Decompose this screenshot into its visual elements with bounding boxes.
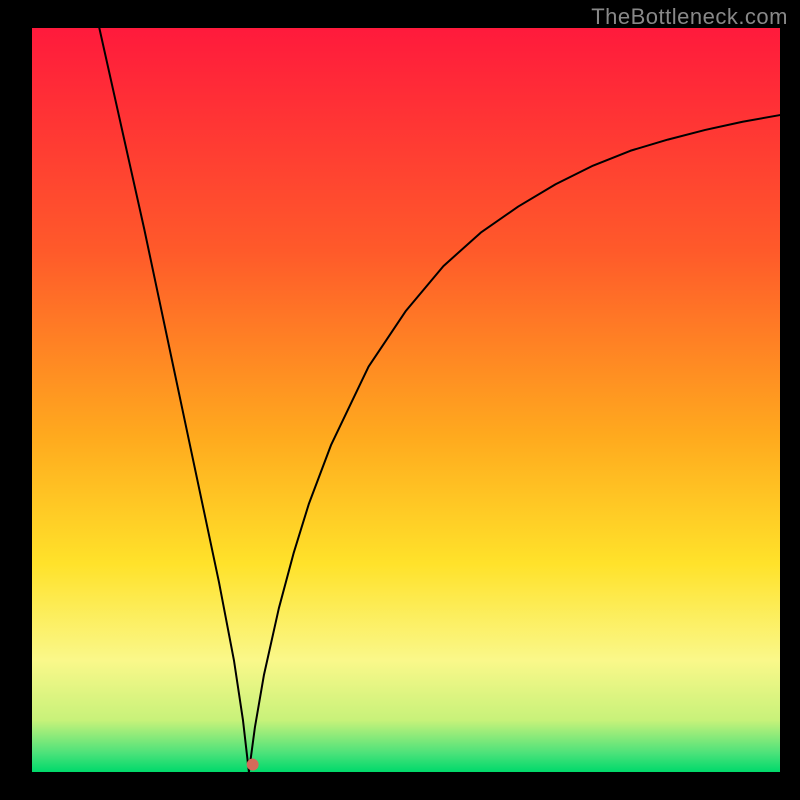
watermark-text: TheBottleneck.com bbox=[591, 4, 788, 30]
notch-marker bbox=[247, 759, 259, 771]
chart-canvas: TheBottleneck.com bbox=[0, 0, 800, 800]
bottleneck-chart bbox=[0, 0, 800, 800]
